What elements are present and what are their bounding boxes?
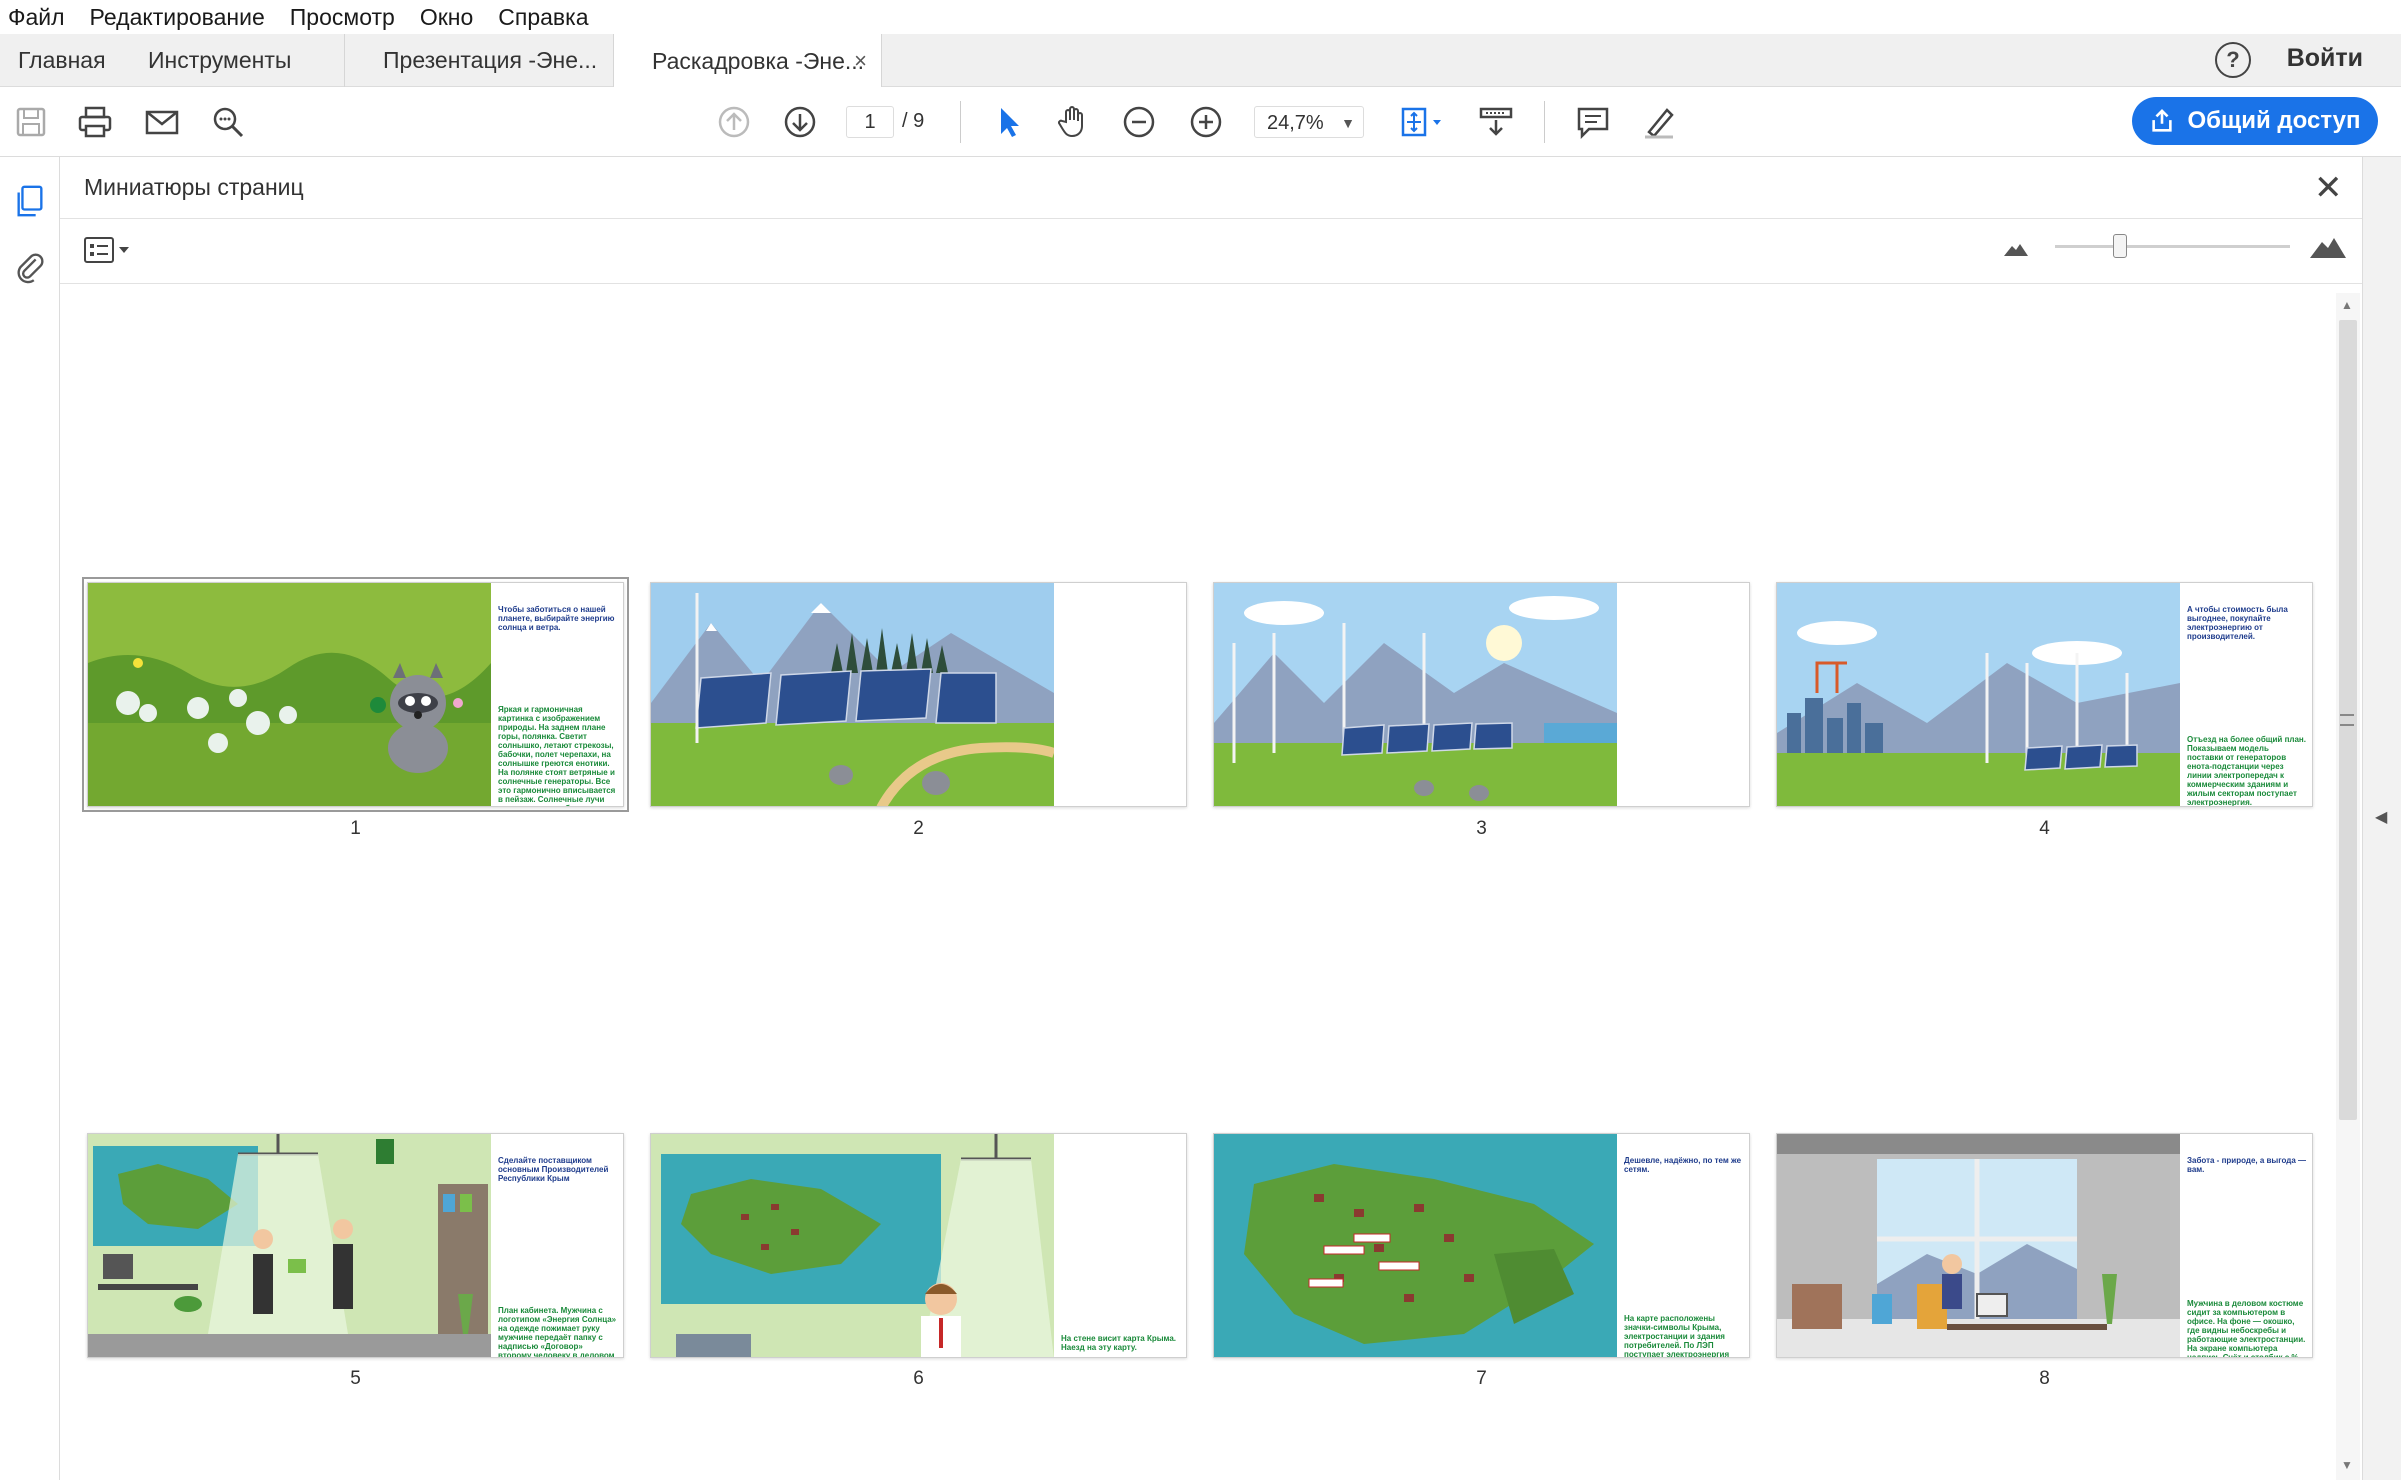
page-text-bottom: На карте расположены значки-символы Крым… — [1624, 1314, 1730, 1358]
page-2-preview — [651, 583, 1054, 806]
scroll-grip-icon — [2340, 714, 2354, 726]
page-text-bottom: Отъезд на более общий план. Показываем м… — [2187, 735, 2306, 807]
email-icon[interactable] — [143, 103, 181, 141]
page-thumbnail-4[interactable]: А чтобы стоимость была выгоднее, покупай… — [1776, 582, 2313, 807]
menu-view[interactable]: Просмотр — [290, 4, 395, 31]
zoom-in-icon[interactable] — [1187, 103, 1225, 141]
left-rail — [0, 157, 60, 1480]
close-tab-icon[interactable]: × — [854, 48, 867, 74]
print-icon[interactable] — [76, 103, 114, 141]
highlight-pen-icon[interactable] — [1640, 103, 1678, 141]
expand-pane-icon[interactable]: ◀ — [2375, 807, 2387, 827]
page-thumbnail-1[interactable]: Чтобы заботиться о нашей планете, выбира… — [82, 577, 629, 812]
page-thumbnail-7[interactable]: Дешевле, надёжно, по тем же сетям. На ка… — [1213, 1133, 1750, 1358]
tab-home[interactable]: Главная — [18, 34, 106, 87]
page-text-bottom: На стене висит карта Крыма. Наезд на эту… — [1061, 1334, 1177, 1352]
signin-button[interactable]: Войти — [2287, 44, 2363, 73]
page-6-preview — [651, 1134, 1054, 1357]
scroll-mode-icon[interactable] — [1477, 103, 1515, 141]
page-text-top: А чтобы стоимость была выгоднее, покупай… — [2187, 605, 2288, 641]
page-label: 8 — [2039, 1368, 2050, 1389]
page-label: 5 — [350, 1368, 361, 1389]
scroll-up-icon[interactable]: ▲ — [2341, 298, 2353, 312]
tab-document-storyboard-label: Раскадровка -Эне... — [652, 47, 865, 74]
page-8-preview — [1777, 1134, 2180, 1357]
search-icon[interactable] — [209, 103, 247, 141]
chevron-down-icon: ▼ — [1341, 115, 1355, 131]
share-button-label: Общий доступ — [2187, 107, 2361, 134]
fit-page-icon[interactable] — [1394, 103, 1450, 141]
select-tool-icon[interactable] — [990, 103, 1028, 141]
share-icon — [2152, 108, 2173, 132]
page-text-top: Чтобы заботиться о нашей планете, выбира… — [498, 605, 615, 632]
zoom-level-select[interactable]: 24,7% ▼ — [1254, 106, 1364, 138]
attachments-icon[interactable] — [10, 247, 50, 287]
toolbar-divider — [960, 101, 961, 143]
menu-bar: Файл Редактирование Просмотр Окно Справк… — [0, 0, 2401, 34]
right-pane-toggle[interactable]: ◀ — [2362, 157, 2401, 1480]
help-icon[interactable]: ? — [2215, 42, 2251, 78]
tab-tools[interactable]: Инструменты — [148, 34, 291, 87]
previous-page-icon[interactable] — [715, 103, 753, 141]
page-4-preview — [1777, 583, 2180, 806]
page-text-top: Сделайте поставщиком основным Производит… — [498, 1156, 609, 1183]
zoom-out-icon[interactable] — [1120, 103, 1158, 141]
page-thumbnail-2[interactable] — [650, 582, 1187, 807]
chevron-down-icon — [119, 247, 129, 253]
page-label: 7 — [1476, 1368, 1487, 1389]
tab-document-presentation-label: Презентация -Эне... — [383, 47, 598, 73]
page-count: / 9 — [902, 110, 925, 132]
small-mountain-icon — [2004, 244, 2028, 256]
save-icon[interactable] — [12, 103, 50, 141]
panel-title: Миниатюры страниц — [84, 174, 304, 200]
close-panel-icon[interactable]: ✕ — [2314, 168, 2343, 208]
large-mountain-icon — [2310, 238, 2346, 258]
thumbnail-size-slider-track[interactable] — [2055, 245, 2290, 248]
toolbar: 1 / 9 24,7% ▼ Общий доступ — [0, 87, 2401, 157]
thumbnail-size-slider-thumb[interactable] — [2113, 234, 2127, 258]
page-5-preview — [88, 1134, 491, 1357]
next-page-icon[interactable] — [781, 103, 819, 141]
page-text-bottom: Мужчина в деловом костюме сидит за компь… — [2187, 1299, 2306, 1358]
zoom-level-value: 24,7% — [1267, 112, 1324, 134]
divider — [60, 283, 2370, 284]
page-thumbnails-icon[interactable] — [10, 181, 50, 221]
menu-file[interactable]: Файл — [8, 4, 65, 31]
share-button[interactable]: Общий доступ — [2132, 97, 2378, 145]
page-1-preview — [88, 583, 491, 806]
page-thumbnail-5[interactable]: Сделайте поставщиком основным Производит… — [87, 1133, 624, 1358]
options-list-icon — [84, 237, 114, 263]
page-label: 6 — [913, 1368, 924, 1389]
page-text-bottom: Яркая и гармоничная картинка с изображен… — [498, 705, 616, 806]
thumbnail-options-menu[interactable] — [84, 236, 136, 264]
page-text-bottom: План кабинета. Мужчина с логотипом «Энер… — [498, 1306, 617, 1358]
page-thumbnail-8[interactable]: Забота - природе, а выгода — вам. Мужчин… — [1776, 1133, 2313, 1358]
page-3-preview — [1214, 583, 1617, 806]
page-label: 4 — [2039, 818, 2050, 839]
page-thumbnail-3[interactable] — [1213, 582, 1750, 807]
scroll-down-icon[interactable]: ▼ — [2341, 1458, 2353, 1472]
page-label: 1 — [350, 818, 361, 839]
page-number-input[interactable]: 1 — [846, 106, 894, 138]
menu-help[interactable]: Справка — [498, 4, 588, 31]
divider — [60, 218, 2370, 219]
hand-tool-icon[interactable] — [1054, 103, 1092, 141]
toolbar-divider — [1544, 101, 1545, 143]
page-label: 3 — [1476, 818, 1487, 839]
page-text-top: Забота - природе, а выгода — вам. — [2187, 1156, 2307, 1174]
tab-document-storyboard[interactable]: Раскадровка -Эне... × — [614, 34, 882, 88]
menu-window[interactable]: Окно — [420, 4, 473, 31]
tab-bar: Главная Инструменты Презентация -Эне... … — [0, 34, 2401, 88]
tab-document-presentation[interactable]: Презентация -Эне... — [344, 34, 614, 87]
page-label: 2 — [913, 818, 924, 839]
comment-icon[interactable] — [1574, 103, 1612, 141]
page-text-top: Дешевле, надёжно, по тем же сетям. — [1624, 1156, 1742, 1174]
page-7-preview — [1214, 1134, 1617, 1357]
page-thumbnail-6[interactable]: На стене висит карта Крыма. Наезд на эту… — [650, 1133, 1187, 1358]
menu-edit[interactable]: Редактирование — [90, 4, 265, 31]
